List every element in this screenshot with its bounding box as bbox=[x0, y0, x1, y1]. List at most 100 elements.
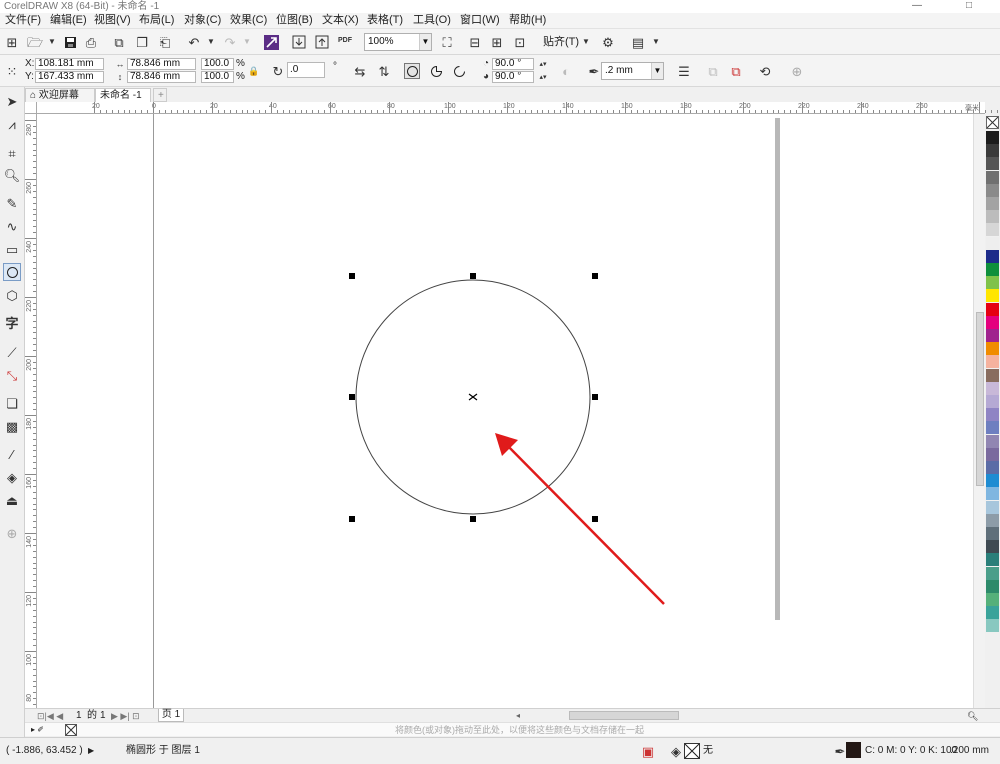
object-origin-icon[interactable]: ⁙ bbox=[4, 63, 20, 79]
page-nav-first-icon[interactable]: ⊡|◀ ◀ bbox=[37, 710, 63, 722]
color-swatch[interactable] bbox=[986, 368, 999, 382]
color-swatch[interactable] bbox=[986, 289, 999, 303]
color-proofing-icon[interactable]: ▣ bbox=[640, 743, 656, 759]
zoom-page-icon[interactable]: 🔍︎ bbox=[967, 710, 978, 722]
menu-effects[interactable]: 效果(C) bbox=[230, 13, 267, 29]
snap-dropdown-icon[interactable]: ▼ bbox=[578, 34, 594, 50]
menu-table[interactable]: 表格(T) bbox=[367, 13, 403, 29]
selection-handle[interactable] bbox=[349, 273, 355, 279]
color-swatch[interactable] bbox=[986, 131, 999, 144]
to-back-icon[interactable]: ⧉ bbox=[728, 63, 744, 79]
vertical-scroll-thumb[interactable] bbox=[976, 312, 984, 486]
application-launcher-icon[interactable]: ▤ bbox=[630, 34, 646, 50]
color-swatch[interactable] bbox=[986, 381, 999, 395]
status-expand-icon[interactable]: ▶ bbox=[88, 745, 94, 757]
vertical-ruler[interactable]: 280 260 240 220 200 180 160 140 120 100 … bbox=[25, 114, 37, 711]
selection-handle[interactable] bbox=[349, 394, 355, 400]
menu-view[interactable]: 视图(V) bbox=[94, 13, 131, 29]
menu-bitmaps[interactable]: 位图(B) bbox=[276, 13, 313, 29]
selection-handle[interactable] bbox=[592, 394, 598, 400]
palette-menu-icon[interactable]: ▸ ✐ bbox=[31, 724, 44, 736]
color-swatch[interactable] bbox=[986, 263, 999, 276]
tab-document[interactable]: 未命名 -1 bbox=[95, 88, 151, 102]
color-swatch[interactable] bbox=[986, 421, 999, 435]
show-guidelines-icon[interactable]: ⊡ bbox=[512, 34, 528, 50]
menu-window[interactable]: 窗口(W) bbox=[460, 13, 500, 29]
width-field[interactable]: 78.846 mm bbox=[127, 58, 196, 70]
eyedropper-tool-icon[interactable]: ⁄ bbox=[4, 446, 20, 462]
restore-button[interactable]: □ bbox=[962, 0, 976, 13]
menu-text[interactable]: 文本(X) bbox=[322, 13, 359, 29]
menu-tools[interactable]: 工具(O) bbox=[413, 13, 451, 29]
horizontal-scroll-thumb[interactable] bbox=[569, 711, 679, 720]
color-swatch[interactable] bbox=[986, 144, 999, 158]
menu-file[interactable]: 文件(F) bbox=[5, 13, 41, 29]
redo-dropdown-icon[interactable]: ▼ bbox=[239, 34, 255, 50]
selection-handle[interactable] bbox=[592, 516, 598, 522]
color-swatch[interactable] bbox=[986, 276, 999, 290]
connector-tool-icon[interactable]: ⤡ bbox=[4, 367, 20, 383]
color-swatch[interactable] bbox=[986, 236, 999, 250]
horizontal-ruler[interactable]: 20 0 20 40 60 80 100 120 140 160 180 200… bbox=[37, 102, 998, 114]
options-gear-icon[interactable]: ⚙ bbox=[600, 34, 616, 50]
color-swatch[interactable] bbox=[986, 210, 999, 224]
menu-edit[interactable]: 编辑(E) bbox=[50, 13, 87, 29]
color-swatch[interactable] bbox=[986, 540, 999, 554]
wrap-text-icon[interactable]: ☰ bbox=[676, 63, 692, 79]
outline-width-select[interactable]: .2 mm ▼ bbox=[601, 62, 664, 80]
menu-layout[interactable]: 布局(L) bbox=[139, 13, 174, 29]
no-color-swatch[interactable] bbox=[986, 116, 999, 129]
tab-add-button[interactable]: + bbox=[153, 88, 167, 102]
menu-object[interactable]: 对象(C) bbox=[184, 13, 221, 29]
transparency-tool-icon[interactable]: ▩ bbox=[4, 418, 20, 434]
color-swatch[interactable] bbox=[986, 487, 999, 501]
ruler-origin[interactable] bbox=[25, 102, 37, 114]
undo-dropdown-icon[interactable]: ▼ bbox=[203, 34, 219, 50]
to-front-icon[interactable]: ⧉ bbox=[705, 63, 721, 79]
page-nav-last-icon[interactable]: ▶ ▶| ⊡ bbox=[111, 710, 140, 722]
convert-to-curves-icon[interactable]: ⟲ bbox=[757, 63, 773, 79]
start-angle-field[interactable]: 90.0 ° bbox=[492, 58, 534, 70]
launcher-dropdown-icon[interactable]: ▼ bbox=[648, 34, 664, 50]
end-angle-field[interactable]: 90.0 ° bbox=[492, 71, 534, 83]
ellipse-mode-icon[interactable] bbox=[404, 63, 420, 79]
color-swatch[interactable] bbox=[986, 500, 999, 514]
smart-fill-icon[interactable]: ⏏ bbox=[4, 492, 20, 508]
arc-mode-icon[interactable] bbox=[451, 63, 467, 79]
undo-icon[interactable]: ↶ bbox=[186, 34, 202, 50]
artistic-media-icon[interactable]: ∿ bbox=[4, 218, 20, 234]
color-swatch[interactable] bbox=[986, 342, 999, 356]
tab-welcome-screen[interactable]: ⌂ 欢迎屏幕 bbox=[25, 88, 95, 102]
snap-to-menu[interactable]: 贴齐(T) bbox=[543, 36, 579, 48]
color-swatch[interactable] bbox=[986, 170, 999, 184]
color-swatch[interactable] bbox=[986, 355, 999, 369]
selection-handle[interactable] bbox=[349, 516, 355, 522]
x-position-field[interactable]: 108.181 mm bbox=[35, 58, 104, 70]
open-folder-icon[interactable]: 🗁 bbox=[27, 34, 43, 50]
fill-none-swatch[interactable] bbox=[684, 743, 700, 759]
freehand-tool-icon[interactable]: ✎ bbox=[4, 195, 20, 211]
selection-handle[interactable] bbox=[470, 273, 476, 279]
color-swatch[interactable] bbox=[986, 315, 999, 329]
scroll-left-icon[interactable]: ◂ bbox=[516, 710, 520, 722]
color-swatch[interactable] bbox=[986, 447, 999, 461]
text-tool-icon[interactable]: 字 bbox=[4, 315, 20, 331]
outline-color-swatch[interactable] bbox=[846, 742, 861, 758]
open-dropdown-icon[interactable]: ▼ bbox=[44, 34, 60, 50]
rectangle-tool-icon[interactable]: ▭ bbox=[4, 241, 20, 257]
rotation-angle-field[interactable]: .0 bbox=[287, 62, 325, 78]
color-swatch[interactable] bbox=[986, 157, 999, 171]
lock-ratio-icon[interactable]: 🔒 bbox=[246, 63, 262, 79]
color-swatch[interactable] bbox=[986, 593, 999, 606]
parallel-dimension-icon[interactable]: ⟋ bbox=[4, 344, 20, 360]
corel-connect-icon[interactable] bbox=[263, 34, 279, 50]
show-grid-icon[interactable]: ⊞ bbox=[489, 34, 505, 50]
color-swatch[interactable] bbox=[986, 474, 999, 488]
publish-pdf-icon[interactable]: PDF bbox=[337, 32, 353, 48]
color-swatch[interactable] bbox=[986, 527, 999, 540]
page-tab[interactable]: 页 1 bbox=[158, 709, 184, 722]
color-swatch[interactable] bbox=[986, 619, 999, 633]
mirror-vertical-icon[interactable]: ⇅ bbox=[376, 63, 392, 79]
color-swatch[interactable] bbox=[986, 197, 999, 210]
save-icon[interactable] bbox=[62, 34, 78, 50]
